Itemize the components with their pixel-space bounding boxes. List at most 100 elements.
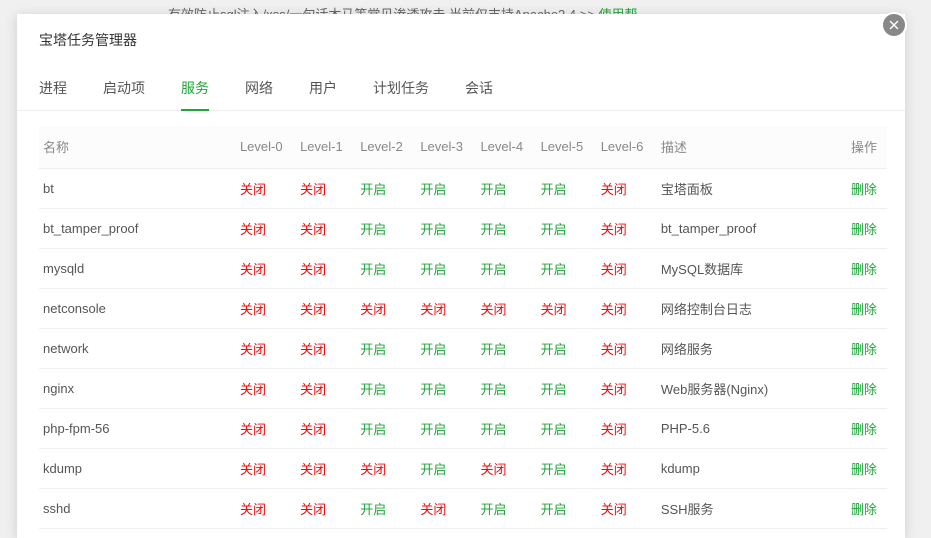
level-toggle-1[interactable]: 关闭 — [296, 369, 356, 409]
level-toggle-2[interactable]: 开启 — [356, 249, 416, 289]
level-toggle-5[interactable]: 开启 — [537, 369, 597, 409]
tab-4[interactable]: 用户 — [309, 68, 337, 110]
level-toggle-1[interactable]: 关闭 — [296, 409, 356, 449]
delete-button[interactable]: 删除 — [833, 449, 887, 489]
level-toggle-5[interactable]: 开启 — [537, 209, 597, 249]
level-toggle-6[interactable]: 关闭 — [597, 249, 657, 289]
level-toggle-2[interactable]: 关闭 — [356, 289, 416, 329]
scroll-area[interactable]: 名称 Level-0 Level-1 Level-2 Level-3 Level… — [39, 125, 887, 538]
level-toggle-6[interactable]: 关闭 — [597, 209, 657, 249]
level-toggle-2[interactable]: 开启 — [356, 409, 416, 449]
level-toggle-3[interactable]: 关闭 — [416, 529, 476, 538]
service-desc: SSH服务 — [657, 489, 833, 529]
delete-button[interactable]: 删除 — [833, 209, 887, 249]
level-toggle-5[interactable]: 关闭 — [537, 529, 597, 538]
level-toggle-1[interactable]: 关闭 — [296, 289, 356, 329]
level-toggle-2[interactable]: 关闭 — [356, 449, 416, 489]
level-toggle-4[interactable]: 开启 — [476, 369, 536, 409]
level-toggle-5[interactable]: 关闭 — [537, 289, 597, 329]
tab-2[interactable]: 服务 — [181, 68, 209, 110]
table-row: mysqld关闭关闭开启开启开启开启关闭MySQL数据库删除 — [39, 249, 887, 289]
level-toggle-2[interactable]: 开启 — [356, 209, 416, 249]
table-row: php-fpm-56关闭关闭开启开启开启开启关闭PHP-5.6删除 — [39, 409, 887, 449]
table-body: bt关闭关闭开启开启开启开启关闭宝塔面板删除bt_tamper_proof关闭关… — [39, 169, 887, 538]
tab-1[interactable]: 启动项 — [103, 68, 145, 110]
level-toggle-0[interactable]: 关闭 — [236, 209, 296, 249]
level-toggle-1[interactable]: 关闭 — [296, 249, 356, 289]
level-toggle-6[interactable]: 关闭 — [597, 409, 657, 449]
level-toggle-4[interactable]: 关闭 — [476, 529, 536, 538]
level-toggle-6[interactable]: 关闭 — [597, 289, 657, 329]
delete-button[interactable]: 删除 — [833, 329, 887, 369]
level-toggle-0[interactable]: 关闭 — [236, 489, 296, 529]
service-name: netconsole — [39, 289, 236, 329]
level-toggle-1[interactable]: 关闭 — [296, 209, 356, 249]
level-toggle-4[interactable]: 关闭 — [476, 449, 536, 489]
level-toggle-5[interactable]: 开启 — [537, 169, 597, 209]
level-toggle-2[interactable]: 开启 — [356, 369, 416, 409]
delete-button[interactable]: 删除 — [833, 369, 887, 409]
level-toggle-5[interactable]: 开启 — [537, 489, 597, 529]
level-toggle-2[interactable]: 开启 — [356, 489, 416, 529]
level-toggle-3[interactable]: 开启 — [416, 329, 476, 369]
tab-6[interactable]: 会话 — [465, 68, 493, 110]
level-toggle-0[interactable]: 关闭 — [236, 329, 296, 369]
level-toggle-5[interactable]: 开启 — [537, 409, 597, 449]
table-row: netconsole关闭关闭关闭关闭关闭关闭关闭网络控制台日志删除 — [39, 289, 887, 329]
level-toggle-0[interactable]: 关闭 — [236, 409, 296, 449]
level-toggle-3[interactable]: 开启 — [416, 369, 476, 409]
close-button[interactable] — [881, 12, 907, 38]
level-toggle-3[interactable]: 开启 — [416, 449, 476, 489]
service-name: bt_tamper_proof — [39, 209, 236, 249]
service-desc: MySQL数据库 — [657, 249, 833, 289]
delete-button[interactable]: 删除 — [833, 489, 887, 529]
level-toggle-0[interactable]: 关闭 — [236, 529, 296, 538]
level-toggle-0[interactable]: 关闭 — [236, 249, 296, 289]
level-toggle-2[interactable]: 关闭 — [356, 529, 416, 538]
level-toggle-3[interactable]: 关闭 — [416, 489, 476, 529]
level-toggle-6[interactable]: 关闭 — [597, 529, 657, 538]
level-toggle-3[interactable]: 关闭 — [416, 289, 476, 329]
level-toggle-0[interactable]: 关闭 — [236, 169, 296, 209]
delete-button[interactable]: 删除 — [833, 289, 887, 329]
tab-3[interactable]: 网络 — [245, 68, 273, 110]
level-toggle-4[interactable]: 开启 — [476, 249, 536, 289]
level-toggle-3[interactable]: 开启 — [416, 249, 476, 289]
level-toggle-2[interactable]: 开启 — [356, 169, 416, 209]
table-row: kdump关闭关闭关闭开启关闭开启关闭kdump删除 — [39, 449, 887, 489]
level-toggle-5[interactable]: 开启 — [537, 329, 597, 369]
level-toggle-3[interactable]: 开启 — [416, 169, 476, 209]
level-toggle-0[interactable]: 关闭 — [236, 369, 296, 409]
level-toggle-4[interactable]: 开启 — [476, 409, 536, 449]
service-name: sshd — [39, 489, 236, 529]
level-toggle-3[interactable]: 开启 — [416, 209, 476, 249]
level-toggle-0[interactable]: 关闭 — [236, 289, 296, 329]
delete-button[interactable]: 删除 — [833, 169, 887, 209]
level-toggle-6[interactable]: 关闭 — [597, 169, 657, 209]
delete-button[interactable]: 删除 — [833, 529, 887, 538]
level-toggle-1[interactable]: 关闭 — [296, 449, 356, 489]
level-toggle-1[interactable]: 关闭 — [296, 529, 356, 538]
level-toggle-1[interactable]: 关闭 — [296, 329, 356, 369]
level-toggle-6[interactable]: 关闭 — [597, 449, 657, 489]
level-toggle-6[interactable]: 关闭 — [597, 489, 657, 529]
delete-button[interactable]: 删除 — [833, 249, 887, 289]
level-toggle-6[interactable]: 关闭 — [597, 329, 657, 369]
level-toggle-5[interactable]: 开启 — [537, 449, 597, 489]
level-toggle-4[interactable]: 关闭 — [476, 289, 536, 329]
level-toggle-1[interactable]: 关闭 — [296, 169, 356, 209]
level-toggle-4[interactable]: 开启 — [476, 329, 536, 369]
level-toggle-4[interactable]: 开启 — [476, 169, 536, 209]
level-toggle-0[interactable]: 关闭 — [236, 449, 296, 489]
level-toggle-2[interactable]: 开启 — [356, 329, 416, 369]
level-toggle-4[interactable]: 开启 — [476, 209, 536, 249]
tab-0[interactable]: 进程 — [39, 68, 67, 110]
level-toggle-1[interactable]: 关闭 — [296, 489, 356, 529]
delete-button[interactable]: 删除 — [833, 409, 887, 449]
level-toggle-5[interactable]: 开启 — [537, 249, 597, 289]
level-toggle-3[interactable]: 开启 — [416, 409, 476, 449]
tab-5[interactable]: 计划任务 — [373, 68, 429, 110]
level-toggle-4[interactable]: 开启 — [476, 489, 536, 529]
level-toggle-6[interactable]: 关闭 — [597, 369, 657, 409]
service-desc: wpa_supplicant — [657, 529, 833, 538]
